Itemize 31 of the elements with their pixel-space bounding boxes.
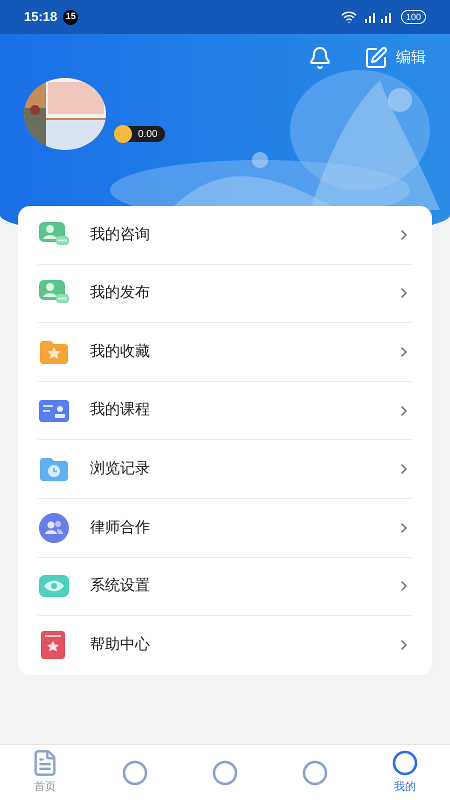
menu-label: 我的咨询 (90, 224, 151, 245)
menu-item[interactable]: 我的发布 (38, 264, 412, 324)
wifi-icon (340, 9, 357, 25)
edit-icon (364, 46, 388, 70)
bell-icon (308, 46, 332, 70)
menu-item[interactable]: 浏览记录 (38, 440, 412, 499)
tab[interactable]: 我的 (360, 745, 450, 800)
battery-level: 100 (400, 10, 426, 24)
menu-label: 我的发布 (90, 283, 151, 304)
menu-item[interactable]: 系统设置 (38, 558, 412, 616)
tab-icon (121, 758, 149, 786)
balance-amount: 0.00 (138, 128, 158, 142)
status-time: 15:18 (24, 8, 58, 26)
notification-badge: 15 (63, 10, 78, 24)
menu-label: 浏览记录 (90, 458, 151, 479)
menu-item[interactable]: 律师合作 (38, 498, 412, 558)
menu-item[interactable]: 我的课程 (38, 382, 412, 440)
menu-item[interactable]: 我的咨询 (38, 206, 412, 265)
edit-button[interactable]: 编辑 (364, 46, 426, 70)
tab-icon (301, 758, 329, 786)
menu-item[interactable]: 我的收藏 (38, 323, 412, 382)
menu-label: 律师合作 (90, 518, 151, 538)
tab-icon (211, 758, 239, 786)
menu-item[interactable]: 帮助中心 (38, 616, 412, 675)
tab-icon (391, 749, 419, 778)
notification-button[interactable] (308, 46, 332, 70)
menu-label: 我的课程 (90, 400, 151, 420)
menu-label: 我的收藏 (90, 342, 151, 362)
menu-label: 帮助中心 (90, 635, 151, 656)
people-icon (38, 512, 70, 544)
menu-label: 系统设置 (90, 576, 151, 596)
